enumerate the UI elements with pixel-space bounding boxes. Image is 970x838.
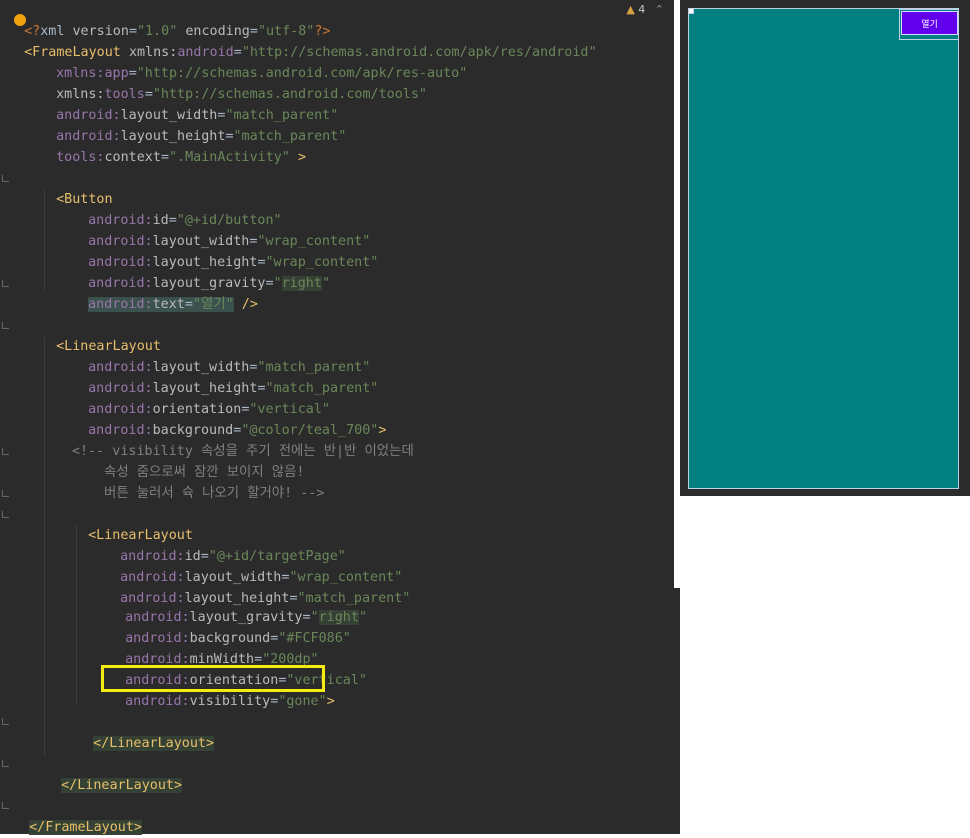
warning-count: 4 (638, 3, 646, 16)
code-line-attribute: android:minWidth="200dp" (125, 652, 319, 667)
code-line-attribute: android:id="@+id/button" (88, 213, 282, 228)
code-comment-line: 속성 줌으로써 잠깐 보이지 않음! (104, 465, 305, 480)
fold-marker[interactable] (2, 490, 9, 497)
code-line-framelayout-open: <FrameLayout xmlns:android="http://schem… (24, 45, 597, 60)
indent-guide (76, 525, 77, 705)
code-line-attribute: android:layout_width="match_parent" (56, 108, 339, 123)
code-line-attribute: android:layout_height="match_parent" (56, 129, 347, 144)
code-line-attribute: android:layout_height="match_parent" (88, 381, 379, 396)
code-line-button-open: <Button (56, 192, 113, 207)
code-line-attribute: android:layout_gravity="right" (125, 610, 367, 625)
code-line-xml-declaration: <?xml version="1.0" encoding="utf-8"?> (24, 24, 331, 39)
code-line-attribute: android:layout_width="wrap_content" (88, 234, 371, 249)
indent-guide (44, 337, 45, 757)
code-line-attribute: android:background="#FCF086" (125, 631, 351, 646)
code-line-linearlayout-close: </LinearLayout> (61, 778, 183, 793)
code-line-attribute-highlighted: android:text="열기" /> (88, 297, 258, 312)
code-comment-line: <!-- visibility 속성을 주기 전에는 반|반 이었는데 (72, 444, 414, 459)
code-line-framelayout-close: </FrameLayout> (29, 820, 142, 835)
fold-marker[interactable] (2, 511, 9, 518)
code-line-attribute: android:layout_height="wrap_content" (88, 255, 379, 270)
code-line-attribute: android:layout_width="match_parent" (88, 360, 371, 375)
code-line-linearlayout-close: </LinearLayout> (93, 736, 215, 751)
code-line-attribute: android:orientation="vertical" (88, 402, 330, 417)
fold-marker[interactable] (2, 322, 9, 329)
fold-marker[interactable] (2, 718, 9, 725)
annotation-highlight-box (101, 665, 325, 692)
code-line-xmlns-app: xmlns:app="http://schemas.android.com/ap… (56, 66, 468, 81)
code-line-attribute: android:layout_width="wrap_content" (120, 570, 403, 585)
code-line-linearlayout-open: <LinearLayout (56, 339, 161, 354)
fold-marker[interactable] (2, 802, 9, 809)
fold-marker[interactable] (2, 175, 9, 182)
code-line-linearlayout-open: <LinearLayout (88, 528, 193, 543)
selection-handle[interactable] (688, 8, 694, 14)
open-button-preview[interactable]: 열기 (901, 11, 958, 35)
code-comment-line: 버튼 눌러서 슉 나오기 할거야! --> (104, 486, 325, 501)
device-screen-preview[interactable] (688, 8, 959, 489)
code-line-attribute: android:layout_gravity="right" (88, 276, 330, 291)
fold-marker[interactable] (2, 760, 9, 767)
fold-marker[interactable] (2, 448, 9, 455)
code-line-attribute: android:id="@+id/targetPage" (120, 549, 346, 564)
fold-marker[interactable] (2, 280, 9, 287)
code-line-attribute: tools:context=".MainActivity" > (56, 150, 307, 165)
warning-icon: ▲ (626, 3, 635, 16)
chevron-up-icon[interactable]: ⌃ (655, 3, 664, 16)
warning-indicator[interactable]: ▲ 4 ⌃ (626, 3, 664, 16)
code-line-attribute: android:layout_height="match_parent" (120, 591, 411, 606)
code-line-xmlns-tools: xmlns:tools="http://schemas.android.com/… (56, 87, 427, 102)
code-line-attribute: android:background="@color/teal_700"> (88, 423, 387, 438)
